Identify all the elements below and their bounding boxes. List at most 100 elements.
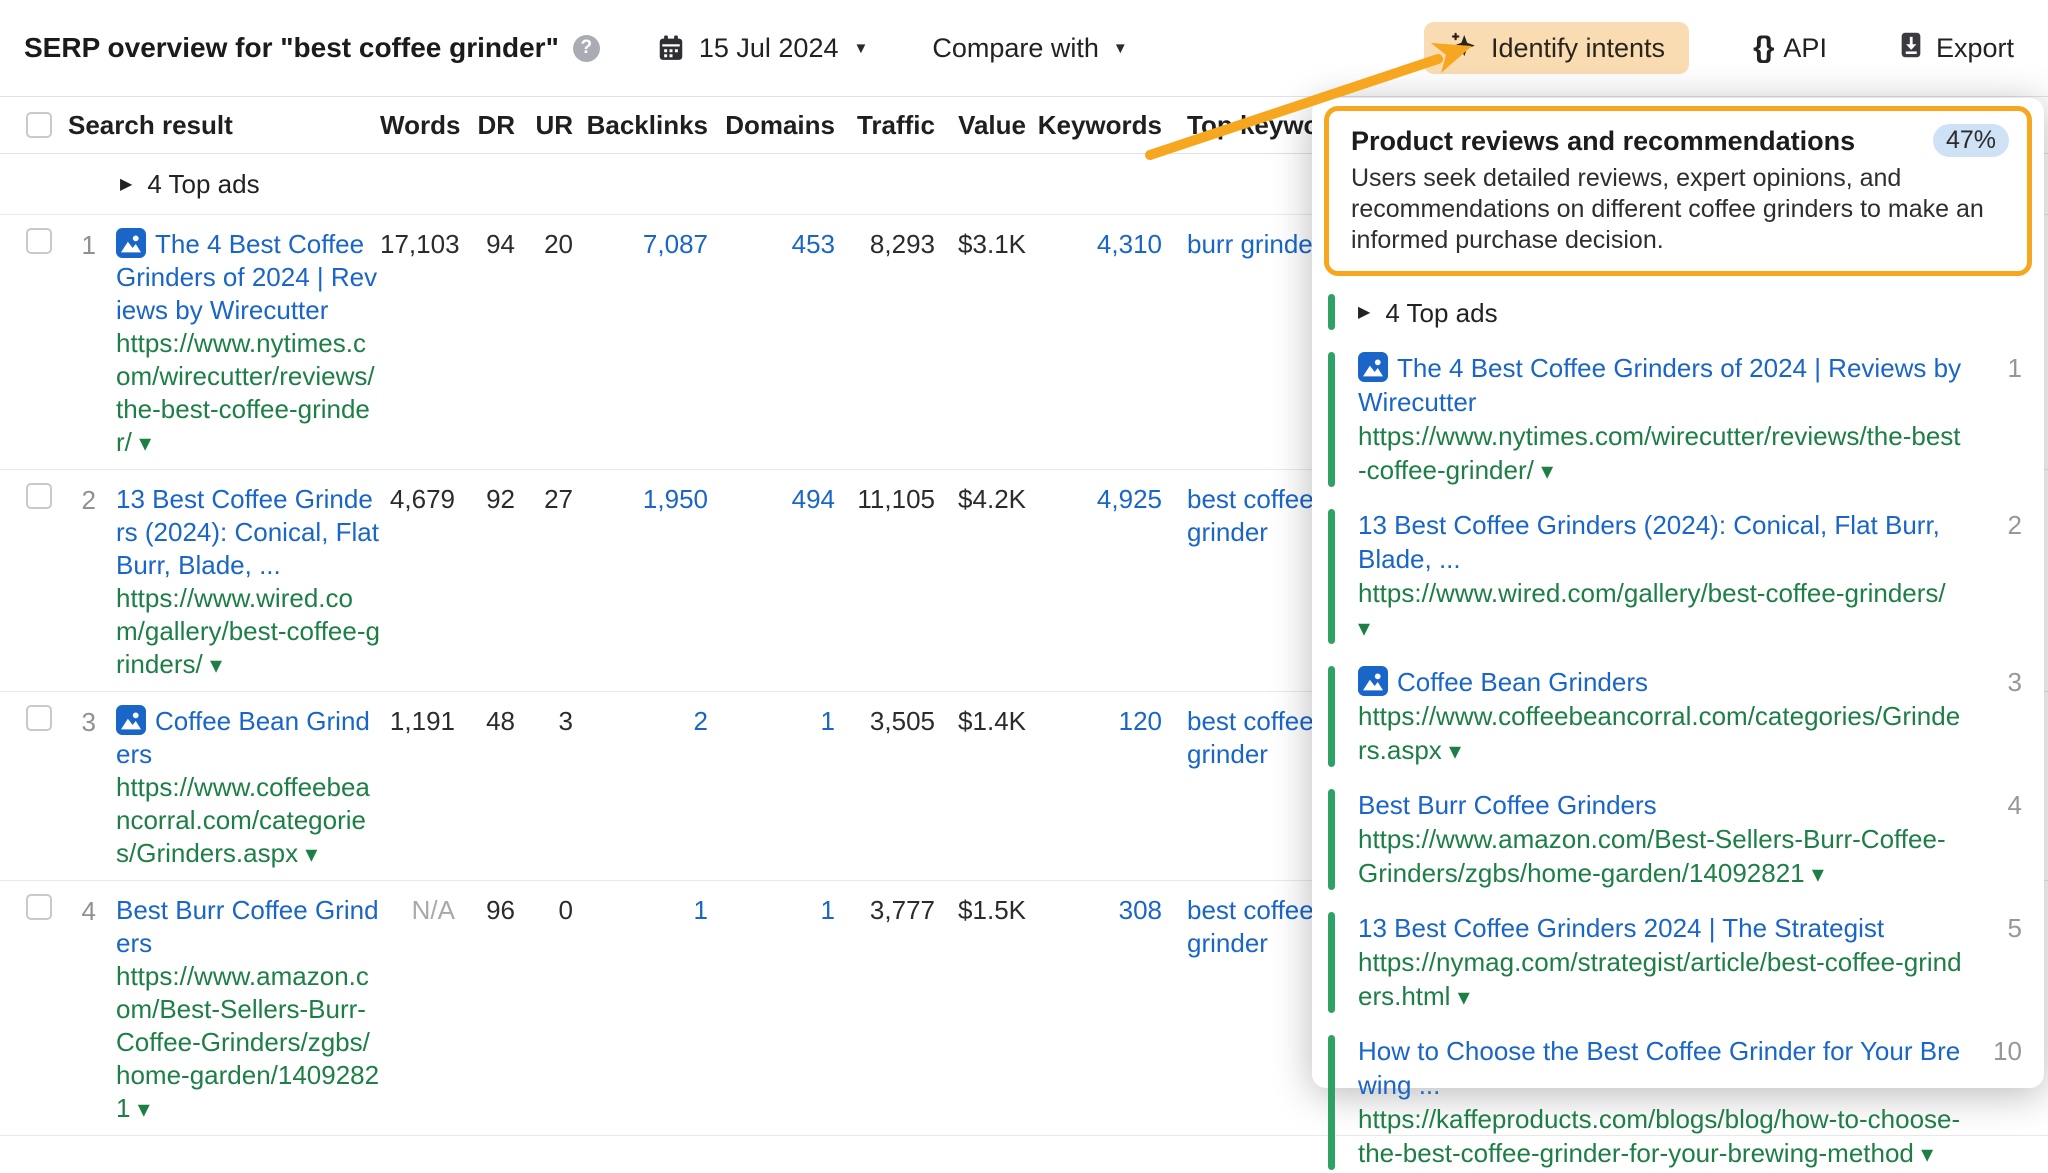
- result-title-link[interactable]: Coffee Bean Grinders: [116, 706, 370, 769]
- intent-match-bar: [1328, 789, 1335, 890]
- keywords-link[interactable]: 4,310: [1026, 228, 1162, 261]
- keywords-link[interactable]: 4,925: [1026, 483, 1162, 516]
- compare-with-dropdown[interactable]: Compare with ▼: [932, 33, 1127, 64]
- words-value: 4,679: [380, 483, 455, 516]
- panel-result: 4 Best Burr Coffee Grinders https://www.…: [1328, 787, 2026, 893]
- result-title-link[interactable]: How to Choose the Best Coffee Grinder fo…: [1358, 1036, 1960, 1100]
- url-dropdown-caret[interactable]: ▾: [1358, 615, 1370, 642]
- thumbnail-icon: [1358, 352, 1388, 382]
- backlinks-link[interactable]: 1,950: [573, 483, 708, 516]
- traffic-value: 3,505: [835, 705, 935, 738]
- intent-match-bar: [1328, 912, 1335, 1013]
- result-url[interactable]: https://www.nytimes.com/wirecutter/revie…: [116, 328, 375, 457]
- result-url[interactable]: https://www.wired.com/gallery/best-coffe…: [116, 583, 380, 679]
- panel-result: 3 Coffee Bean Grinders https://www.coffe…: [1328, 664, 2026, 770]
- url-dropdown-caret[interactable]: ▾: [1812, 861, 1824, 888]
- result-title-link[interactable]: The 4 Best Coffee Grinders of 2024 | Rev…: [116, 229, 377, 325]
- help-icon[interactable]: ?: [573, 35, 600, 62]
- result-title-link[interactable]: 13 Best Coffee Grinders 2024 | The Strat…: [1358, 913, 1884, 943]
- column-header-search-result: Search result: [62, 110, 380, 141]
- intent-match-bar: [1328, 352, 1335, 487]
- top-ads-label: 4 Top ads: [1385, 296, 1497, 330]
- url-dropdown-caret[interactable]: ▾: [210, 652, 222, 679]
- calendar-icon: [656, 33, 686, 63]
- export-label: Export: [1936, 33, 2014, 64]
- backlinks-link[interactable]: 7,087: [573, 228, 708, 261]
- url-dropdown-caret[interactable]: ▾: [1921, 1141, 1933, 1168]
- result-url[interactable]: https://www.coffeebeancorral.com/categor…: [116, 772, 370, 868]
- result-url[interactable]: https://www.wired.com/gallery/best-coffe…: [1358, 578, 1946, 608]
- ur-value: 0: [515, 894, 573, 927]
- api-button[interactable]: {} API: [1747, 30, 1833, 66]
- result-title-link[interactable]: Best Burr Coffee Grinders: [1358, 790, 1657, 820]
- result-url[interactable]: https://www.amazon.com/Best-Sellers-Burr…: [1358, 824, 1946, 888]
- url-dropdown-caret[interactable]: ▾: [138, 1096, 150, 1123]
- serp-position: 3: [2008, 665, 2022, 699]
- keywords-link[interactable]: 120: [1026, 705, 1162, 738]
- url-dropdown-caret[interactable]: ▾: [139, 430, 151, 457]
- value-value: $1.4K: [935, 705, 1026, 738]
- api-label: API: [1783, 33, 1827, 64]
- backlinks-link[interactable]: 2: [573, 705, 708, 738]
- serp-position: 4: [62, 894, 96, 928]
- result-title-link[interactable]: Best Burr Coffee Grinders: [116, 895, 379, 958]
- row-checkbox[interactable]: [26, 705, 52, 731]
- serp-position: 10: [1993, 1034, 2022, 1068]
- identify-intents-button[interactable]: Identify intents: [1424, 22, 1689, 74]
- search-result-cell: Coffee Bean Grinders https://www.coffeeb…: [96, 705, 380, 871]
- dr-value: 96: [455, 894, 515, 927]
- domains-link[interactable]: 1: [708, 894, 835, 927]
- intent-match-bar: [1328, 666, 1335, 767]
- chevron-down-icon: ▼: [1113, 40, 1128, 57]
- traffic-value: 3,777: [835, 894, 935, 927]
- thumbnail-icon: [1358, 666, 1388, 696]
- url-dropdown-caret[interactable]: ▾: [1458, 984, 1470, 1011]
- url-dropdown-caret[interactable]: ▾: [305, 841, 317, 868]
- domains-link[interactable]: 494: [708, 483, 835, 516]
- domains-link[interactable]: 453: [708, 228, 835, 261]
- serp-position: 2: [62, 483, 96, 517]
- result-title-link[interactable]: 13 Best Coffee Grinders (2024): Conical,…: [116, 484, 379, 580]
- url-dropdown-caret[interactable]: ▾: [1541, 458, 1553, 485]
- result-title-link[interactable]: The 4 Best Coffee Grinders of 2024 | Rev…: [1358, 353, 1961, 417]
- panel-result: 5 13 Best Coffee Grinders 2024 | The Str…: [1328, 910, 2026, 1016]
- caret-right-icon: ▶: [120, 174, 132, 194]
- ur-value: 20: [515, 228, 573, 261]
- select-all-checkbox[interactable]: [26, 112, 52, 138]
- value-value: $3.1K: [935, 228, 1026, 261]
- result-url[interactable]: https://www.nytimes.com/wirecutter/revie…: [1358, 421, 1961, 485]
- row-checkbox[interactable]: [26, 483, 52, 509]
- domains-link[interactable]: 1: [708, 705, 835, 738]
- column-header-ur: UR: [515, 110, 573, 141]
- result-title-link[interactable]: Coffee Bean Grinders: [1397, 667, 1648, 697]
- column-header-domains: Domains: [708, 110, 835, 141]
- intent-description: Users seek detailed reviews, expert opin…: [1351, 163, 2009, 256]
- result-url[interactable]: https://nymag.com/strategist/article/bes…: [1358, 947, 1962, 1011]
- intent-match-bar: [1328, 509, 1335, 644]
- row-checkbox[interactable]: [26, 894, 52, 920]
- export-icon: [1897, 30, 1925, 67]
- page-title: SERP overview for "best coffee grinder": [24, 32, 559, 64]
- column-header-backlinks: Backlinks: [573, 110, 708, 141]
- row-checkbox[interactable]: [26, 228, 52, 254]
- dr-value: 92: [455, 483, 515, 516]
- url-dropdown-caret[interactable]: ▾: [1449, 738, 1461, 765]
- date-picker[interactable]: 15 Jul 2024 ▼: [656, 33, 868, 64]
- export-button[interactable]: Export: [1891, 29, 2020, 68]
- dr-value: 94: [455, 228, 515, 261]
- keywords-link[interactable]: 308: [1026, 894, 1162, 927]
- backlinks-link[interactable]: 1: [573, 894, 708, 927]
- panel-result: 10 How to Choose the Best Coffee Grinder…: [1328, 1033, 2026, 1173]
- search-result-cell: 13 Best Coffee Grinders (2024): Conical,…: [96, 483, 380, 682]
- ur-value: 27: [515, 483, 573, 516]
- panel-top-ads-row[interactable]: ▶ 4 Top ads: [1328, 292, 2026, 333]
- words-value: N/A: [380, 894, 455, 927]
- result-title-link[interactable]: 13 Best Coffee Grinders (2024): Conical,…: [1358, 510, 1940, 574]
- column-header-keywords: Keywords: [1026, 110, 1162, 141]
- result-url[interactable]: https://kaffeproducts.com/blogs/blog/how…: [1358, 1104, 1960, 1168]
- result-url[interactable]: https://www.amazon.com/Best-Sellers-Burr…: [116, 961, 379, 1123]
- date-label: 15 Jul 2024: [699, 33, 839, 64]
- intent-card: Product reviews and recommendations 47% …: [1324, 106, 2032, 276]
- panel-result: 1 The 4 Best Coffee Grinders of 2024 | R…: [1328, 350, 2026, 490]
- sparkles-icon: [1448, 30, 1478, 67]
